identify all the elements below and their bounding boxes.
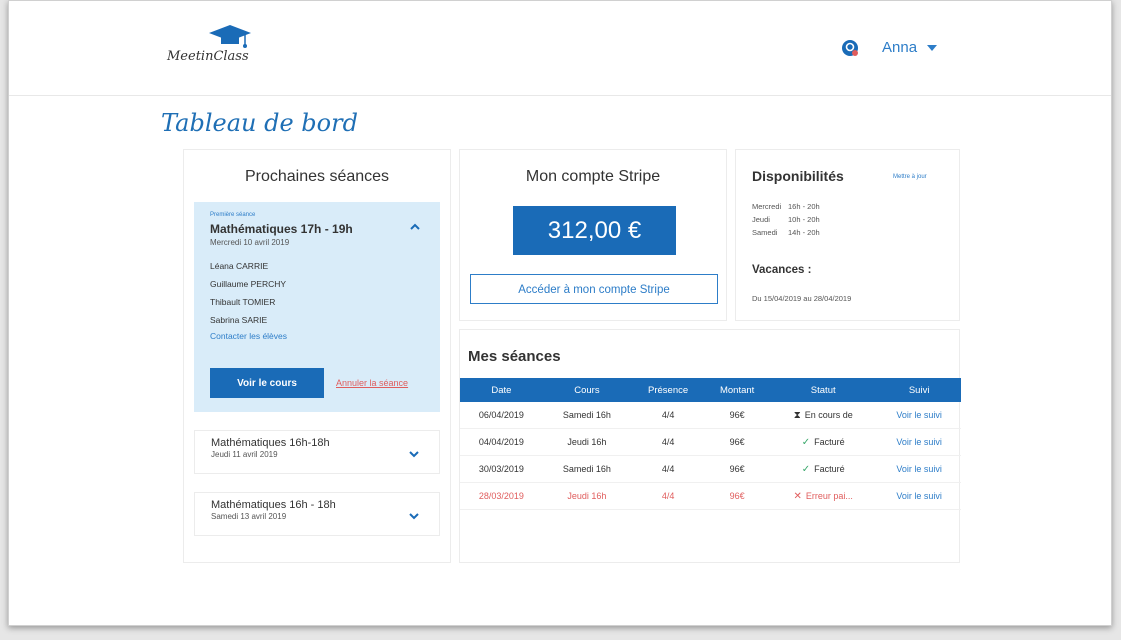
status-text: Erreur pai... [805, 490, 853, 501]
availability-row: Samedi 14h - 20h [752, 226, 820, 239]
cell-amount: 96€ [705, 428, 770, 456]
notification-icon[interactable] [841, 39, 859, 57]
hourglass-icon: ⧗ [793, 409, 801, 421]
my-sessions-title: Mes séances [468, 348, 561, 365]
stripe-balance: 312,00 € [513, 206, 676, 255]
cell-presence: 4/4 [630, 402, 706, 429]
cell-date: 30/03/2019 [460, 455, 543, 483]
table-row: 30/03/2019 Samedi 16h 4/4 96€ ✓ Facturé V… [460, 455, 961, 483]
cell-presence: 4/4 [630, 455, 706, 483]
stripe-title: Mon compte Stripe [525, 168, 661, 185]
availability-day: Jeudi [752, 215, 770, 224]
sessions-table: Date Cours Présence Montant Statut Suivi… [460, 378, 961, 510]
open-stripe-button[interactable]: Accéder à mon compte Stripe [470, 274, 718, 304]
vacation-title: Vacances : [752, 264, 812, 276]
availability-list: Mercredi 16h - 20h Jeudi 10h - 20h Samed… [752, 200, 820, 239]
column-header-course: Cours [542, 378, 631, 402]
cell-status: ✕ Erreur pai... [769, 482, 878, 510]
cell-date: 28/03/2019 [460, 482, 543, 510]
session-card-open: Première séance Mathématiques 17h - 19h … [194, 202, 440, 412]
cell-status: ⧗ En cours de [769, 402, 878, 429]
cell-date: 04/04/2019 [460, 428, 543, 456]
stripe-account-panel: Mon compte Stripe 312,00 € Accéder à mon… [459, 149, 727, 321]
cell-course: Jeudi 16h [542, 482, 631, 510]
table-row: 06/04/2019 Samedi 16h 4/4 96€ ⧗ En cours … [460, 402, 961, 429]
availability-hours: 14h - 20h [788, 228, 820, 237]
session-title: Mathématiques 16h - 18h [211, 499, 336, 511]
logo[interactable]: MeetinClass [167, 21, 277, 75]
user-menu[interactable]: Anna [882, 39, 938, 56]
availability-title: Disponibilités [752, 168, 844, 184]
upcoming-sessions-panel: Prochaines séances Première séance Mathé… [183, 149, 451, 563]
student-list: Léana CARRIE Guillaume PERCHY Thibault T… [210, 257, 424, 329]
session-card-collapsed[interactable]: Mathématiques 16h - 18h Samedi 13 avril … [194, 492, 440, 536]
table-row: 04/04/2019 Jeudi 16h 4/4 96€ ✓ Facturé Vo… [460, 428, 961, 456]
page-title: Tableau de bord [161, 109, 358, 137]
availability-row: Mercredi 16h - 20h [752, 200, 820, 213]
cell-amount: 96€ [705, 482, 770, 510]
check-icon: ✓ [801, 436, 811, 448]
status-text: En cours de [804, 409, 853, 420]
logo-text: MeetinClass [167, 49, 249, 64]
student-name: Sabrina SARIE [210, 315, 268, 325]
student-name: Thibault TOMIER [210, 297, 276, 307]
contact-students-link[interactable]: Contacter les élèves [210, 331, 424, 341]
cell-course: Samedi 16h [542, 402, 631, 429]
upcoming-sessions-title: Prochaines séances [244, 168, 390, 185]
cell-status: ✓ Facturé [769, 428, 878, 456]
column-header-status: Statut [769, 378, 878, 402]
cell-status: ✓ Facturé [769, 455, 878, 483]
session-card-collapsed[interactable]: Mathématiques 16h-18h Jeudi 11 avril 201… [194, 430, 440, 474]
my-sessions-panel: Mes séances Date Cours Présence Montant … [459, 329, 961, 563]
table-row-error: 28/03/2019 Jeudi 16h 4/4 96€ ✕ Erreur pai… [460, 482, 961, 510]
status-text: Facturé [814, 436, 845, 447]
availability-day: Samedi [752, 228, 778, 237]
student-name: Léana CARRIE [210, 261, 269, 271]
cell-course: Jeudi 16h [542, 428, 631, 456]
availability-row: Jeudi 10h - 20h [752, 213, 820, 226]
cross-icon: ✕ [793, 490, 802, 502]
top-bar: MeetinClass Anna [9, 1, 1111, 96]
table-header-row: Date Cours Présence Montant Statut Suivi [460, 378, 961, 402]
availability-day: Mercredi [752, 202, 782, 211]
column-header-date: Date [460, 378, 543, 402]
session-tag: Première séance [210, 212, 256, 218]
column-header-follow: Suivi [877, 378, 961, 402]
column-header-presence: Présence [630, 378, 706, 402]
check-icon: ✓ [801, 463, 811, 475]
column-header-amount: Montant [705, 378, 770, 402]
availability-hours: 16h - 20h [788, 202, 820, 211]
user-name: Anna [882, 39, 918, 56]
cell-amount: 96€ [705, 455, 770, 483]
session-date: Mercredi 10 avril 2019 [210, 238, 290, 247]
graduation-cap-icon [209, 25, 251, 48]
cell-presence: 4/4 [630, 428, 706, 456]
session-date: Jeudi 11 avril 2019 [211, 450, 278, 459]
vacation-dates: Du 15/04/2019 au 28/04/2019 [752, 294, 852, 303]
session-date: Samedi 13 avril 2019 [211, 512, 287, 521]
chevron-up-icon[interactable] [410, 222, 420, 232]
availability-panel: Disponibilités Mettre à jour Mercredi 16… [735, 149, 960, 321]
update-availability-link[interactable]: Mettre à jour [893, 174, 927, 180]
status-text: Facturé [814, 463, 845, 474]
availability-hours: 10h - 20h [788, 215, 820, 224]
follow-link[interactable]: Voir le suivi [877, 402, 961, 429]
session-title: Mathématiques 17h - 19h [210, 222, 353, 236]
app-window: MeetinClass Anna Tableau de bord Prochai… [8, 0, 1112, 626]
cell-course: Samedi 16h [542, 455, 631, 483]
follow-link[interactable]: Voir le suivi [877, 455, 961, 483]
follow-link[interactable]: Voir le suivi [877, 482, 961, 510]
view-course-button[interactable]: Voir le cours [210, 368, 324, 398]
cell-presence: 4/4 [630, 482, 706, 510]
student-name: Guillaume PERCHY [210, 279, 287, 289]
caret-down-icon [927, 44, 938, 51]
follow-link[interactable]: Voir le suivi [877, 428, 961, 456]
chevron-down-icon[interactable] [409, 449, 419, 459]
cell-date: 06/04/2019 [460, 402, 543, 429]
chevron-down-icon[interactable] [409, 511, 419, 521]
cancel-session-link[interactable]: Annuler la séance [336, 378, 408, 388]
session-title: Mathématiques 16h-18h [211, 437, 330, 449]
cell-amount: 96€ [705, 402, 770, 429]
